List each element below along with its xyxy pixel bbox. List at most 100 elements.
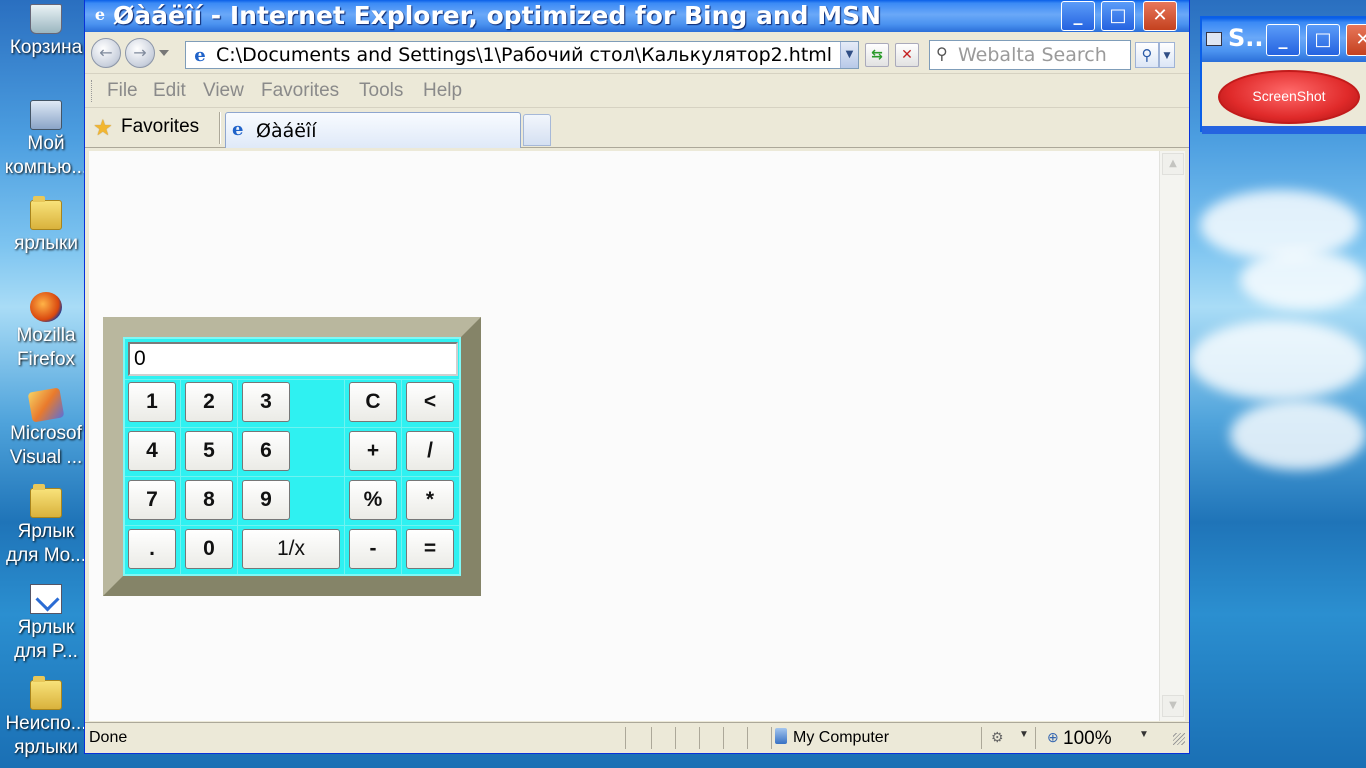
status-separator bbox=[699, 727, 700, 749]
computer-zone-icon bbox=[775, 728, 787, 744]
protected-mode-icon[interactable]: ⚙ bbox=[991, 729, 1004, 746]
desktop-icon-label: Ярлык для Mo... bbox=[6, 521, 86, 566]
tab-active[interactable]: e Øàáëîí bbox=[225, 112, 521, 148]
address-bar[interactable]: e C:\Documents and Settings\1\Рабочий ст… bbox=[185, 41, 859, 69]
security-zone: My Computer bbox=[793, 729, 890, 746]
status-separator bbox=[651, 727, 652, 749]
calc-button-clear[interactable]: C bbox=[349, 382, 397, 422]
calc-button-backspace[interactable]: < bbox=[406, 382, 454, 422]
close-button[interactable]: ✕ bbox=[1143, 1, 1177, 31]
zoom-level[interactable]: 100% bbox=[1063, 728, 1112, 750]
status-separator bbox=[1035, 727, 1036, 749]
folder-icon bbox=[30, 676, 62, 710]
desktop-icon-label: Мой компью... bbox=[4, 133, 88, 178]
grid-line bbox=[125, 476, 459, 477]
new-tab-button[interactable] bbox=[523, 114, 551, 146]
calc-button-percent[interactable]: % bbox=[349, 480, 397, 520]
folder-shortcut-icon bbox=[30, 484, 62, 518]
calc-button-6[interactable]: 6 bbox=[242, 431, 290, 471]
cloud bbox=[1200, 190, 1360, 260]
calc-button-8[interactable]: 8 bbox=[185, 480, 233, 520]
address-dropdown-icon[interactable]: ▼ bbox=[840, 42, 858, 68]
menu-file[interactable]: File bbox=[107, 80, 138, 102]
calc-button-divide[interactable]: / bbox=[406, 431, 454, 471]
search-box[interactable]: ⚲ Webalta Search bbox=[929, 40, 1131, 70]
favorites-bar: ★ Favorites e Øàáëîí bbox=[85, 108, 1189, 148]
desktop-icon-recycle-bin[interactable]: Корзина bbox=[0, 4, 92, 60]
search-options-dropdown[interactable]: ▼ bbox=[1159, 42, 1175, 68]
address-input[interactable]: C:\Documents and Settings\1\Рабочий стол… bbox=[216, 44, 832, 66]
calc-button-3[interactable]: 3 bbox=[242, 382, 290, 422]
grid-line bbox=[125, 525, 459, 526]
calc-button-9[interactable]: 9 bbox=[242, 480, 290, 520]
favorites-label: Favorites bbox=[121, 116, 200, 137]
desktop-icon-unused-shortcuts[interactable]: Неиспо... ярлыки bbox=[0, 676, 92, 760]
screenshot-titlebar[interactable]: S.. _ □ ✕ bbox=[1202, 18, 1366, 62]
desktop-icon-shortcut-mo[interactable]: Ярлык для Mo... bbox=[0, 484, 92, 568]
menu-favorites[interactable]: Favorites bbox=[261, 80, 339, 102]
search-go-button[interactable]: ⚲ bbox=[1135, 42, 1159, 68]
search-icon: ⚲ bbox=[936, 44, 948, 63]
calc-button-2[interactable]: 2 bbox=[185, 382, 233, 422]
calc-button-7[interactable]: 7 bbox=[128, 480, 176, 520]
protected-mode-dropdown-icon[interactable]: ▼ bbox=[1019, 729, 1029, 740]
calc-button-minus[interactable]: - bbox=[349, 529, 397, 569]
firefox-icon bbox=[30, 292, 62, 322]
desktop-icon-visual-studio[interactable]: Microsof Visual ... bbox=[0, 387, 92, 470]
ie-logo-icon: e bbox=[94, 5, 106, 24]
maximize-button[interactable]: □ bbox=[1306, 24, 1340, 56]
forward-button[interactable]: → bbox=[125, 38, 155, 68]
cloud bbox=[1240, 250, 1366, 310]
calc-button-decimal[interactable]: . bbox=[128, 529, 176, 569]
resize-grip-icon[interactable] bbox=[1173, 733, 1185, 745]
screenshot-title: S.. bbox=[1228, 24, 1264, 52]
menu-bar: File Edit View Favorites Tools Help bbox=[85, 74, 1189, 108]
calc-button-reciprocal[interactable]: 1/x bbox=[242, 529, 340, 569]
vertical-scrollbar[interactable]: ▲ ▼ bbox=[1159, 151, 1185, 721]
calc-button-plus[interactable]: + bbox=[349, 431, 397, 471]
minimize-button[interactable]: _ bbox=[1266, 24, 1300, 56]
close-button[interactable]: ✕ bbox=[1346, 24, 1366, 56]
desktop-icon-shortcuts-folder[interactable]: ярлыки bbox=[0, 196, 92, 256]
window-titlebar[interactable]: e Øàáëîí - Internet Explorer, optimized … bbox=[85, 0, 1189, 32]
favorites-star-icon: ★ bbox=[93, 115, 113, 140]
document-shortcut-icon bbox=[30, 584, 62, 614]
status-separator bbox=[771, 727, 772, 749]
search-input[interactable]: Webalta Search bbox=[958, 44, 1107, 66]
calc-button-4[interactable]: 4 bbox=[128, 431, 176, 471]
history-dropdown-icon[interactable] bbox=[159, 50, 169, 56]
toolbar-grip[interactable] bbox=[91, 80, 94, 102]
minimize-button[interactable]: _ bbox=[1061, 1, 1095, 31]
desktop-icon-label: Microsof Visual ... bbox=[9, 423, 83, 468]
scroll-down-arrow-icon[interactable]: ▼ bbox=[1162, 695, 1184, 717]
calc-button-multiply[interactable]: * bbox=[406, 480, 454, 520]
cloud bbox=[1230, 400, 1366, 470]
menu-edit[interactable]: Edit bbox=[153, 80, 186, 102]
status-separator bbox=[723, 727, 724, 749]
desktop-icon-firefox[interactable]: Mozilla Firefox bbox=[0, 292, 92, 372]
refresh-button[interactable]: ⇆ bbox=[865, 43, 889, 67]
calc-button-5[interactable]: 5 bbox=[185, 431, 233, 471]
my-computer-icon bbox=[30, 100, 62, 130]
zoom-dropdown-icon[interactable]: ▼ bbox=[1139, 729, 1149, 740]
calculator-frame: 0 1 2 3 C < 4 5 6 + / 7 8 9 % * . 0 1/x … bbox=[103, 317, 481, 596]
menu-help[interactable]: Help bbox=[423, 80, 462, 102]
back-button[interactable]: ← bbox=[91, 38, 121, 68]
menu-tools[interactable]: Tools bbox=[359, 80, 403, 102]
desktop-icon-shortcut-p[interactable]: Ярлык для P... bbox=[0, 584, 92, 664]
maximize-button[interactable]: □ bbox=[1101, 1, 1135, 31]
screenshot-button[interactable]: ScreenShot bbox=[1218, 70, 1360, 124]
calc-button-0[interactable]: 0 bbox=[185, 529, 233, 569]
menu-view[interactable]: View bbox=[203, 80, 244, 102]
recycle-bin-icon bbox=[30, 4, 62, 34]
stop-button[interactable]: ✕ bbox=[895, 43, 919, 67]
calculator-table: 0 1 2 3 C < 4 5 6 + / 7 8 9 % * . 0 1/x … bbox=[123, 337, 461, 576]
calc-button-equals[interactable]: = bbox=[406, 529, 454, 569]
screenshot-window-border bbox=[1202, 126, 1366, 134]
desktop-icon-my-computer[interactable]: Мой компью... bbox=[0, 100, 92, 180]
screenshot-app-window: S.. _ □ ✕ ScreenShot bbox=[1200, 16, 1366, 134]
calculator-display[interactable]: 0 bbox=[128, 342, 458, 376]
scroll-up-arrow-icon[interactable]: ▲ bbox=[1162, 153, 1184, 175]
calc-button-1[interactable]: 1 bbox=[128, 382, 176, 422]
desktop-icon-label: Mozilla Firefox bbox=[16, 325, 76, 370]
